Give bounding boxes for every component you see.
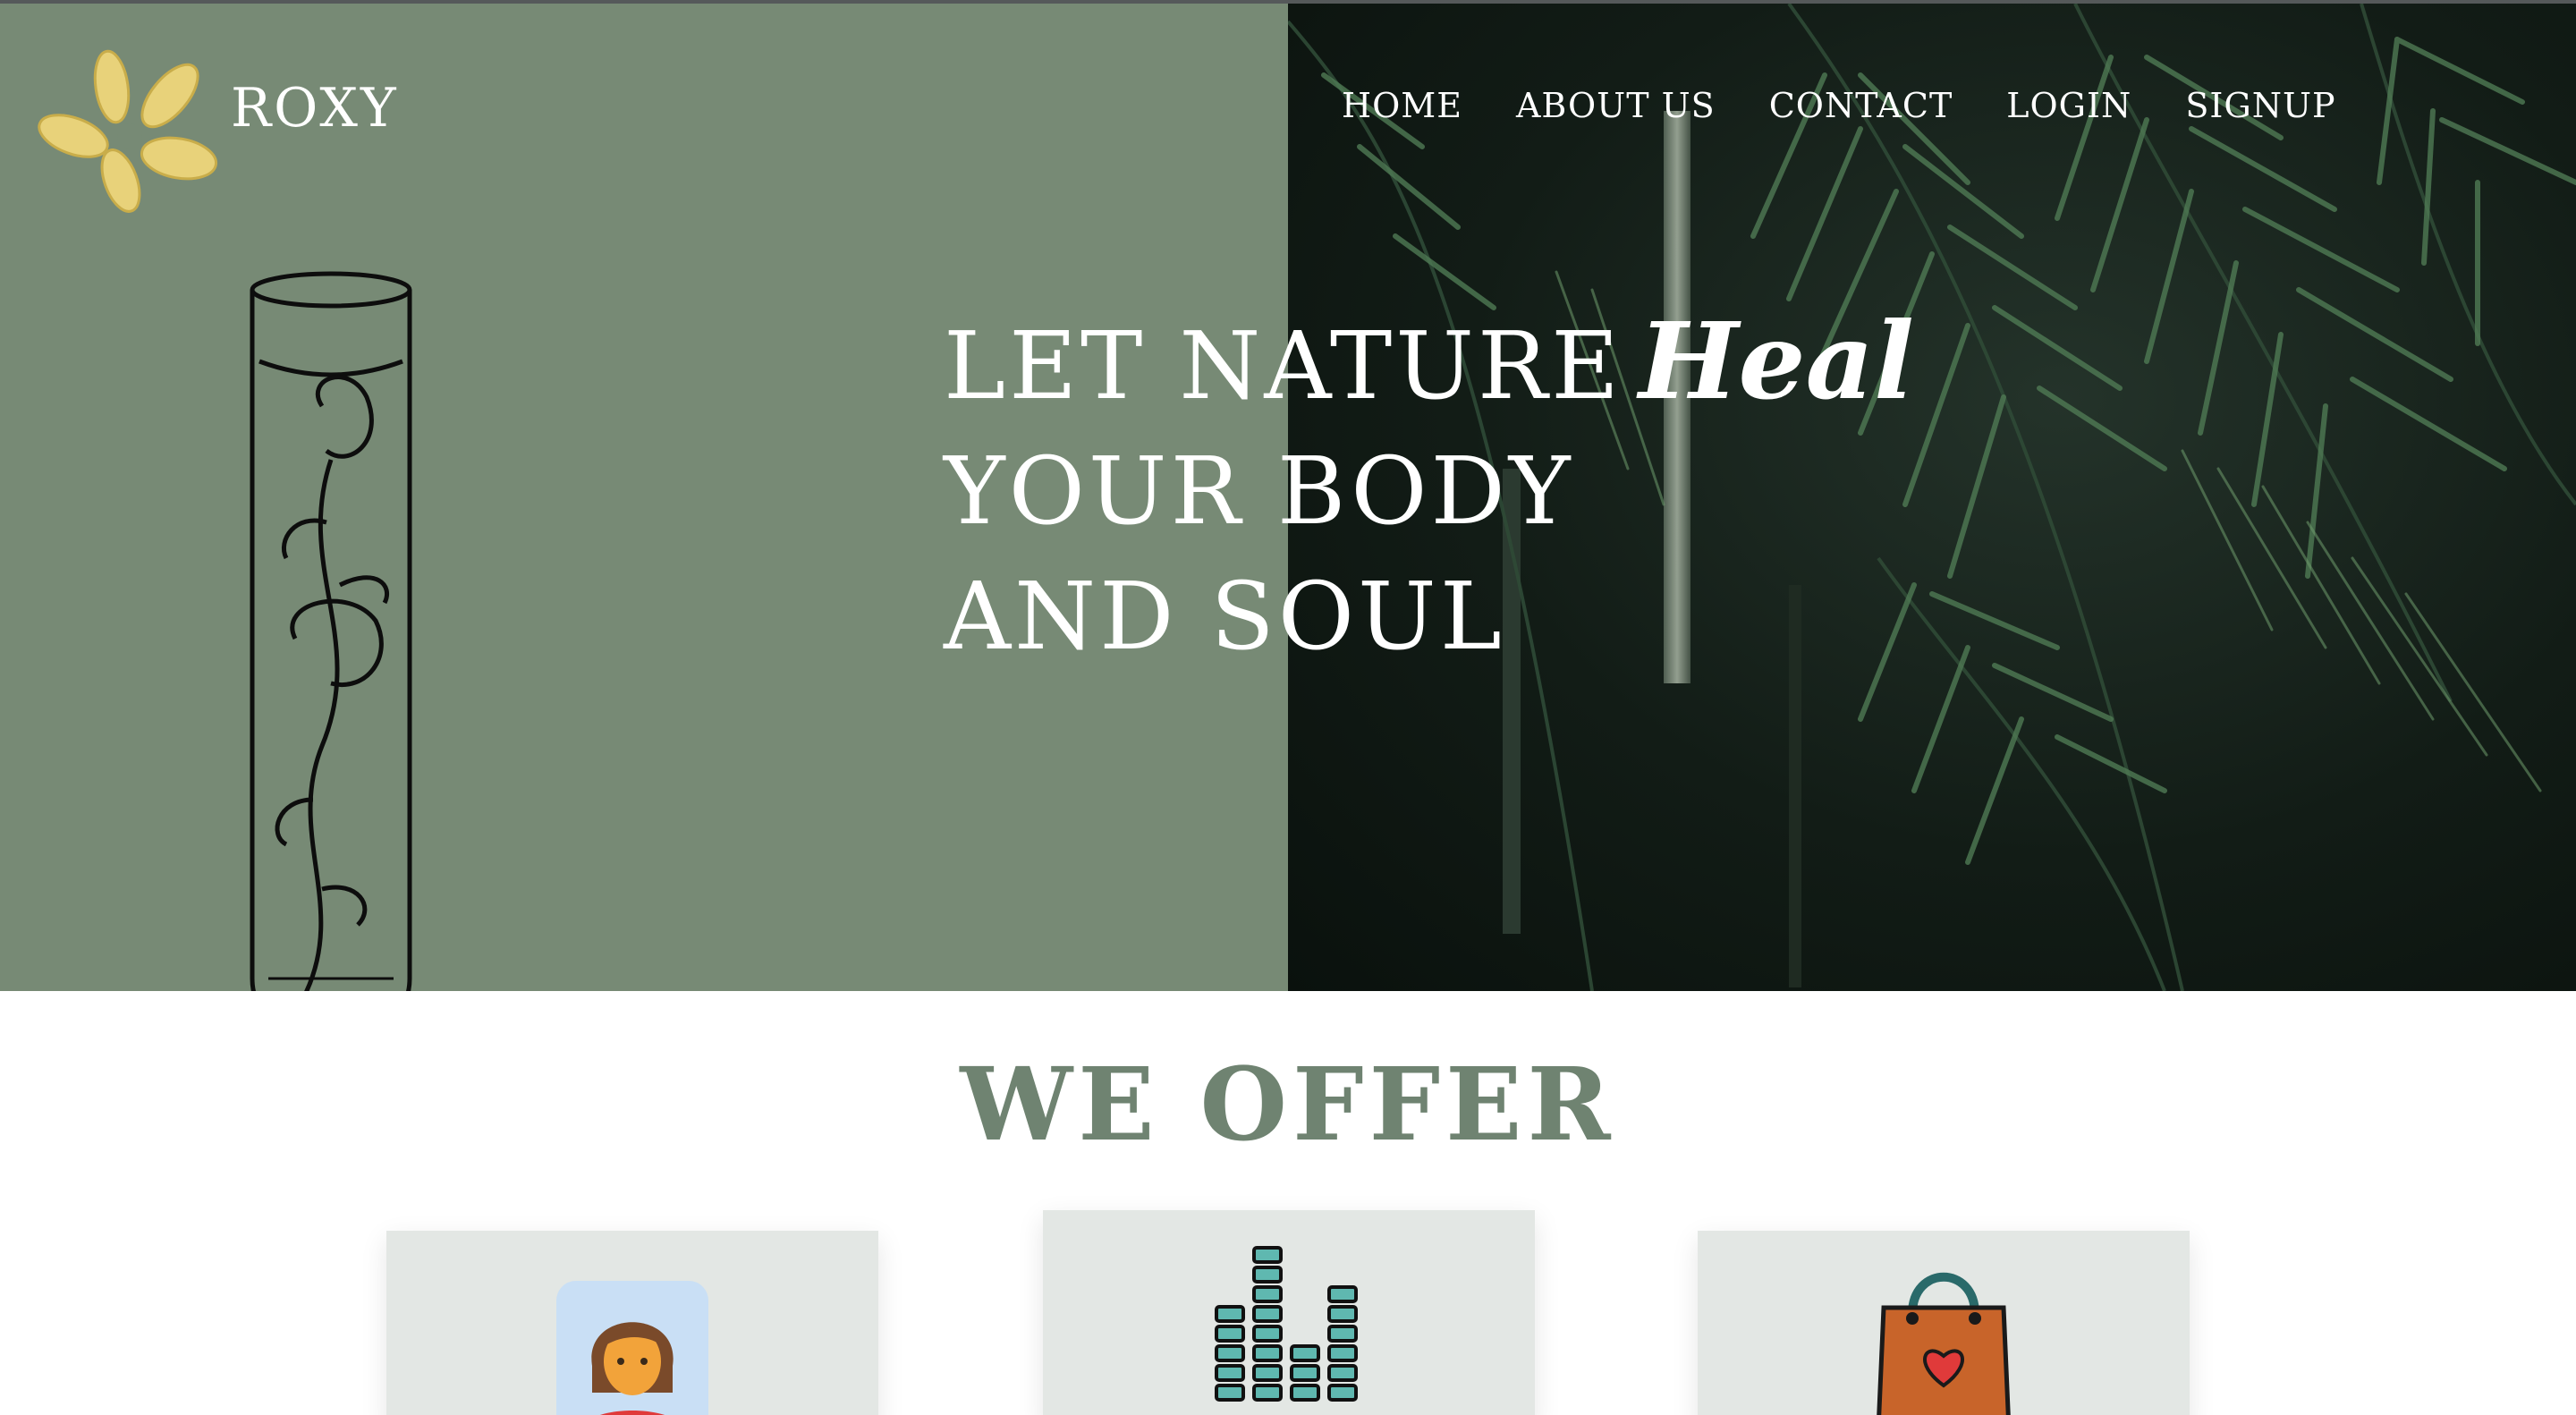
nav-item-contact[interactable]: CONTACT bbox=[1769, 86, 1953, 125]
headline-line-1: LET NATURE Heal bbox=[944, 299, 1914, 428]
headline-line-3: AND SOUL bbox=[944, 562, 1505, 671]
headline-line-2: YOUR BODY bbox=[944, 436, 1574, 546]
shopping-bag-heart-icon bbox=[1877, 1272, 2011, 1415]
brand-name[interactable]: ROXY bbox=[231, 77, 399, 140]
hero-headline: LET NATURE Heal YOUR BODY AND SOUL bbox=[944, 299, 1914, 679]
person-avatar-icon bbox=[556, 1281, 708, 1415]
offer-card-3[interactable] bbox=[1698, 1231, 2190, 1415]
headline-text-1: LET NATURE bbox=[944, 311, 1623, 420]
offer-section-title: WE OFFER bbox=[960, 1046, 1616, 1164]
headline-script-word: Heal bbox=[1639, 299, 1914, 423]
offer-card-1[interactable] bbox=[386, 1231, 878, 1415]
hero-section: ROXY HOME ABOUT US CONTACT LOGIN SIGNUP … bbox=[0, 4, 2576, 991]
test-tube-rose-icon bbox=[250, 271, 412, 991]
flower-logo-icon[interactable] bbox=[36, 47, 224, 216]
offer-card-2[interactable] bbox=[1043, 1210, 1535, 1415]
main-nav: HOME ABOUT US CONTACT LOGIN SIGNUP bbox=[1342, 86, 2390, 125]
nav-item-about-us[interactable]: ABOUT US bbox=[1516, 86, 1716, 125]
equalizer-bars-icon bbox=[1215, 1246, 1358, 1402]
nav-item-login[interactable]: LOGIN bbox=[2006, 86, 2131, 125]
nav-item-home[interactable]: HOME bbox=[1342, 86, 1462, 125]
nav-item-signup[interactable]: SIGNUP bbox=[2185, 86, 2335, 125]
